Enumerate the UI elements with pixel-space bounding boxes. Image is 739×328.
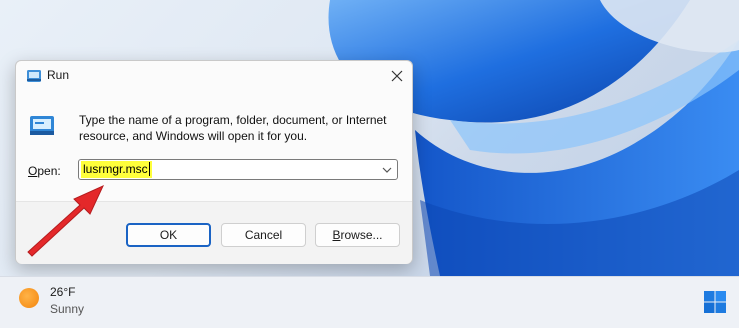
chevron-down-icon[interactable] (381, 164, 393, 176)
dialog-body: Type the name of a program, folder, docu… (16, 91, 412, 201)
browse-label: rowse... (340, 228, 383, 242)
open-label: Open: (28, 164, 61, 178)
close-button[interactable] (384, 63, 410, 89)
cancel-button[interactable]: Cancel (221, 223, 306, 247)
open-label-text: pen: (37, 164, 61, 178)
taskbar: 26°F Sunny (0, 276, 739, 328)
dialog-button-bar: OK Cancel Browse... (16, 201, 412, 264)
run-app-icon (30, 116, 54, 135)
open-combobox[interactable]: lusrmgr.msc (78, 159, 398, 180)
run-icon (27, 70, 41, 82)
open-input-value[interactable]: lusrmgr.msc (81, 161, 152, 178)
dialog-titlebar[interactable]: Run (16, 61, 412, 91)
weather-temperature[interactable]: 26°F (50, 285, 75, 299)
browse-button[interactable]: Browse... (315, 223, 400, 247)
browse-accelerator: B (332, 228, 341, 242)
run-dialog: Run Type the name of a program, folder, … (15, 60, 413, 264)
close-icon (391, 70, 403, 82)
dialog-title: Run (47, 68, 70, 82)
windows-logo-icon[interactable] (703, 290, 727, 314)
weather-condition[interactable]: Sunny (50, 302, 84, 316)
sun-icon[interactable] (19, 288, 39, 308)
open-label-accelerator: O (28, 164, 38, 178)
dialog-description: Type the name of a program, folder, docu… (79, 113, 387, 143)
ok-button[interactable]: OK (126, 223, 211, 247)
